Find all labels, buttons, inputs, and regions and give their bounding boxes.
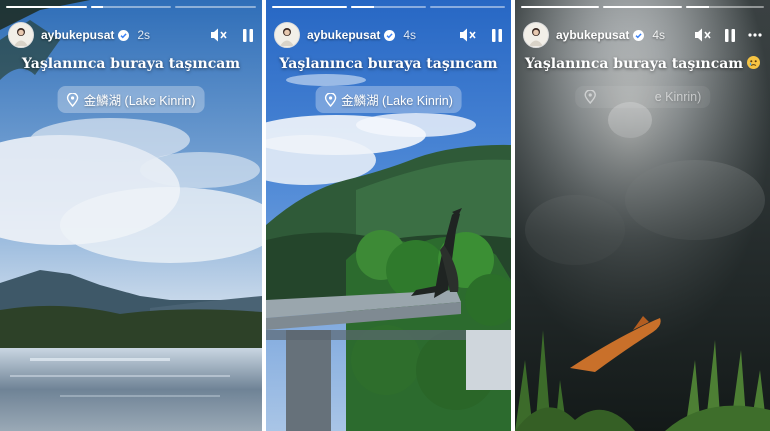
more-options-icon[interactable] xyxy=(748,33,762,37)
speaker-muted-icon[interactable] xyxy=(694,27,712,43)
avatar-image xyxy=(529,28,543,46)
story-progress xyxy=(6,6,257,8)
progress-segment xyxy=(90,6,172,8)
story-header: aybukepusat 2s xyxy=(8,20,254,50)
post-time: 4s xyxy=(652,28,666,42)
location-sticker[interactable]: e Kinrin) xyxy=(574,86,711,108)
story-header: aybukepusat 4s xyxy=(523,20,762,50)
progress-segment xyxy=(175,6,257,8)
story-caption: Yaşlanınca buraya taşıncam xyxy=(279,56,498,72)
story-header: aybukepusat 4s xyxy=(274,20,503,50)
avatar[interactable] xyxy=(523,22,549,48)
username[interactable]: aybukepusat xyxy=(556,28,629,42)
crying-face-emoji xyxy=(747,56,761,69)
username[interactable]: aybukepusat xyxy=(41,28,114,42)
pause-icon[interactable] xyxy=(242,28,254,43)
location-sticker[interactable]: 金鱗湖 (Lake Kinrin) xyxy=(57,86,205,113)
story-panel-2[interactable]: aybukepusat 4s Yaşlanınca buraya taşınca… xyxy=(266,0,511,431)
username[interactable]: aybukepusat xyxy=(307,28,380,42)
progress-segment xyxy=(603,6,682,8)
avatar[interactable] xyxy=(8,22,34,48)
verified-badge-icon xyxy=(633,29,645,41)
story-progress xyxy=(521,6,764,8)
progress-segment xyxy=(6,6,87,8)
pause-icon[interactable] xyxy=(491,28,503,43)
speaker-muted-icon[interactable] xyxy=(210,27,228,43)
story-panel-3[interactable]: aybukepusat 4s Yaşlanınca buraya taşınca… xyxy=(515,0,770,431)
progress-segment xyxy=(351,6,426,8)
location-pin-icon xyxy=(66,92,79,107)
post-time: 4s xyxy=(403,28,417,42)
speaker-muted-icon[interactable] xyxy=(459,27,477,43)
location-label: 金鱗湖 (Lake Kinrin) xyxy=(83,94,196,108)
story-progress xyxy=(272,6,505,8)
progress-segment xyxy=(430,6,505,8)
story-caption: Yaşlanınca buraya taşıncam xyxy=(21,56,241,72)
story-panel-1[interactable]: aybukepusat 2s Yaşlanınca buraya taşınca… xyxy=(0,0,262,431)
pause-icon[interactable] xyxy=(724,28,736,43)
story-caption: Yaşlanınca buraya taşıncam xyxy=(515,56,770,72)
caption-text: Yaşlanınca buraya taşıncam xyxy=(524,56,744,72)
verified-badge-icon xyxy=(384,29,396,41)
location-label: 金鱗湖 (Lake Kinrin) xyxy=(341,94,453,108)
progress-segment xyxy=(685,6,764,8)
location-label: e Kinrin) xyxy=(654,90,702,104)
avatar[interactable] xyxy=(274,22,300,48)
progress-segment xyxy=(521,6,600,8)
verified-badge-icon xyxy=(118,29,130,41)
location-pin-icon xyxy=(584,90,596,104)
avatar-image xyxy=(280,28,294,46)
progress-segment xyxy=(272,6,347,8)
post-time: 2s xyxy=(137,28,151,42)
location-pin-icon xyxy=(324,92,336,107)
location-sticker[interactable]: 金鱗湖 (Lake Kinrin) xyxy=(315,86,462,113)
avatar-image xyxy=(14,28,28,46)
